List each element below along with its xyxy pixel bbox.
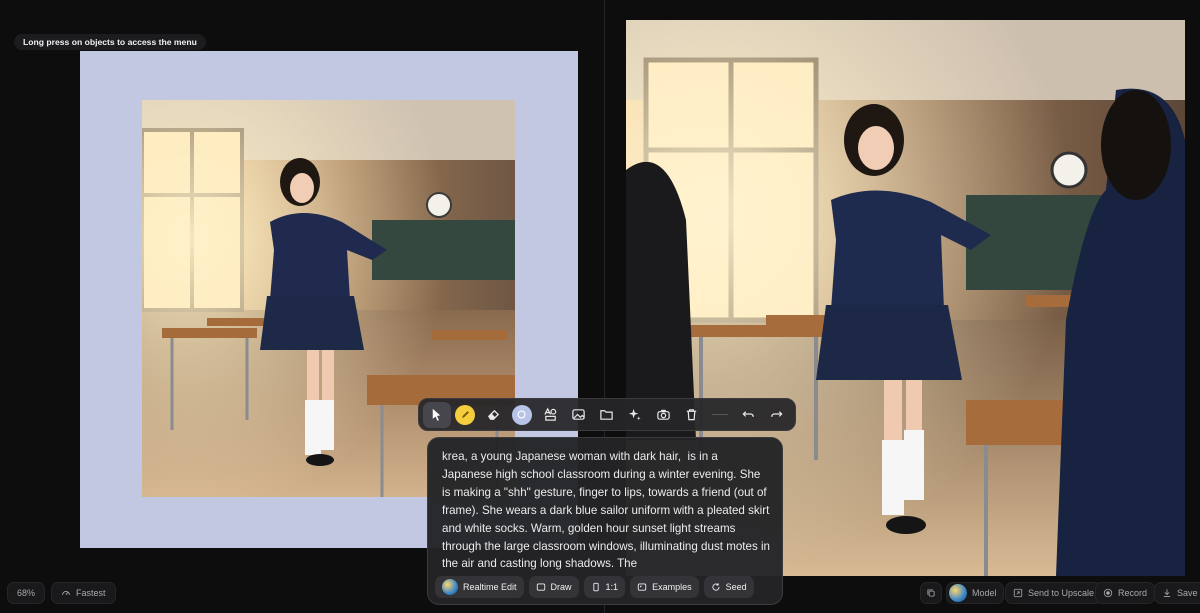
redo-button[interactable] — [763, 402, 791, 428]
long-press-hint: Long press on objects to access the menu — [14, 34, 206, 50]
copy-icon — [927, 589, 935, 597]
aspect-ratio-label: 1:1 — [605, 582, 619, 592]
trash-icon — [686, 409, 697, 421]
camera-icon — [656, 409, 670, 420]
draw-label: Draw — [550, 582, 572, 592]
undo-icon — [742, 411, 754, 417]
camera-tool-button[interactable] — [649, 402, 677, 428]
copy-button[interactable] — [920, 582, 942, 604]
realtime-edit-button[interactable]: Realtime Edit — [435, 576, 524, 598]
upscale-icon — [1013, 588, 1023, 598]
delete-tool-button[interactable] — [678, 402, 706, 428]
zoom-level-label: 68% — [17, 588, 36, 598]
zoom-level-button[interactable]: 68% — [7, 582, 46, 604]
eraser-icon — [487, 409, 500, 420]
record-label: Record — [1118, 588, 1148, 598]
image-tool-button[interactable] — [564, 402, 592, 428]
realtime-edit-label: Realtime Edit — [463, 582, 517, 592]
prompt-actions: Realtime Edit Draw 1:1 Examples Seed — [435, 576, 754, 598]
text-shapes-tool-button[interactable] — [536, 402, 564, 428]
record-button[interactable]: Record — [1095, 582, 1156, 604]
toolbar-separator — [711, 414, 729, 415]
folder-tool-button[interactable] — [593, 402, 621, 428]
folder-icon — [600, 410, 613, 420]
sparkles-icon — [629, 408, 641, 421]
text-shapes-icon — [543, 407, 556, 421]
send-to-upscale-label: Send to Upscale — [1028, 588, 1095, 598]
drawing-toolbar — [418, 398, 796, 431]
prompt-input[interactable]: krea, a young Japanese woman with dark h… — [442, 448, 770, 573]
model-thumbnail-icon — [949, 584, 967, 602]
prompt-panel: krea, a young Japanese woman with dark h… — [427, 437, 783, 605]
sparkle-tool-button[interactable] — [621, 402, 649, 428]
speed-mode-button[interactable]: Fastest — [51, 582, 116, 604]
record-icon — [1103, 588, 1113, 598]
save-label: Save — [1177, 588, 1198, 598]
phone-icon — [592, 582, 599, 592]
eraser-tool-button[interactable] — [480, 402, 508, 428]
model-label: Model — [972, 588, 997, 598]
aspect-ratio-button[interactable]: 1:1 — [583, 576, 626, 598]
select-tool-button[interactable] — [423, 401, 451, 428]
circle-icon — [511, 404, 532, 425]
speedometer-icon — [62, 591, 70, 596]
seed-button[interactable]: Seed — [703, 576, 754, 598]
shape-tool-button[interactable] — [508, 402, 536, 428]
speed-mode-label: Fastest — [76, 588, 106, 598]
redo-icon — [771, 411, 783, 417]
realtime-model-thumbnail-icon — [442, 579, 458, 595]
cursor-icon — [433, 408, 441, 421]
seed-label: Seed — [725, 582, 747, 592]
draw-icon — [536, 583, 545, 591]
pen-icon — [455, 404, 476, 425]
examples-button[interactable]: Examples — [630, 576, 699, 598]
pen-tool-button[interactable] — [451, 402, 479, 428]
image-icon — [572, 409, 585, 420]
refresh-icon — [712, 583, 720, 591]
gallery-icon — [637, 583, 647, 591]
undo-button[interactable] — [734, 402, 762, 428]
model-button[interactable]: Model — [946, 582, 1004, 604]
examples-label: Examples — [652, 582, 692, 592]
send-to-upscale-button[interactable]: Send to Upscale — [1005, 582, 1103, 604]
save-button[interactable]: Save — [1154, 582, 1200, 604]
download-icon — [1163, 589, 1171, 597]
draw-button[interactable]: Draw — [528, 576, 579, 598]
